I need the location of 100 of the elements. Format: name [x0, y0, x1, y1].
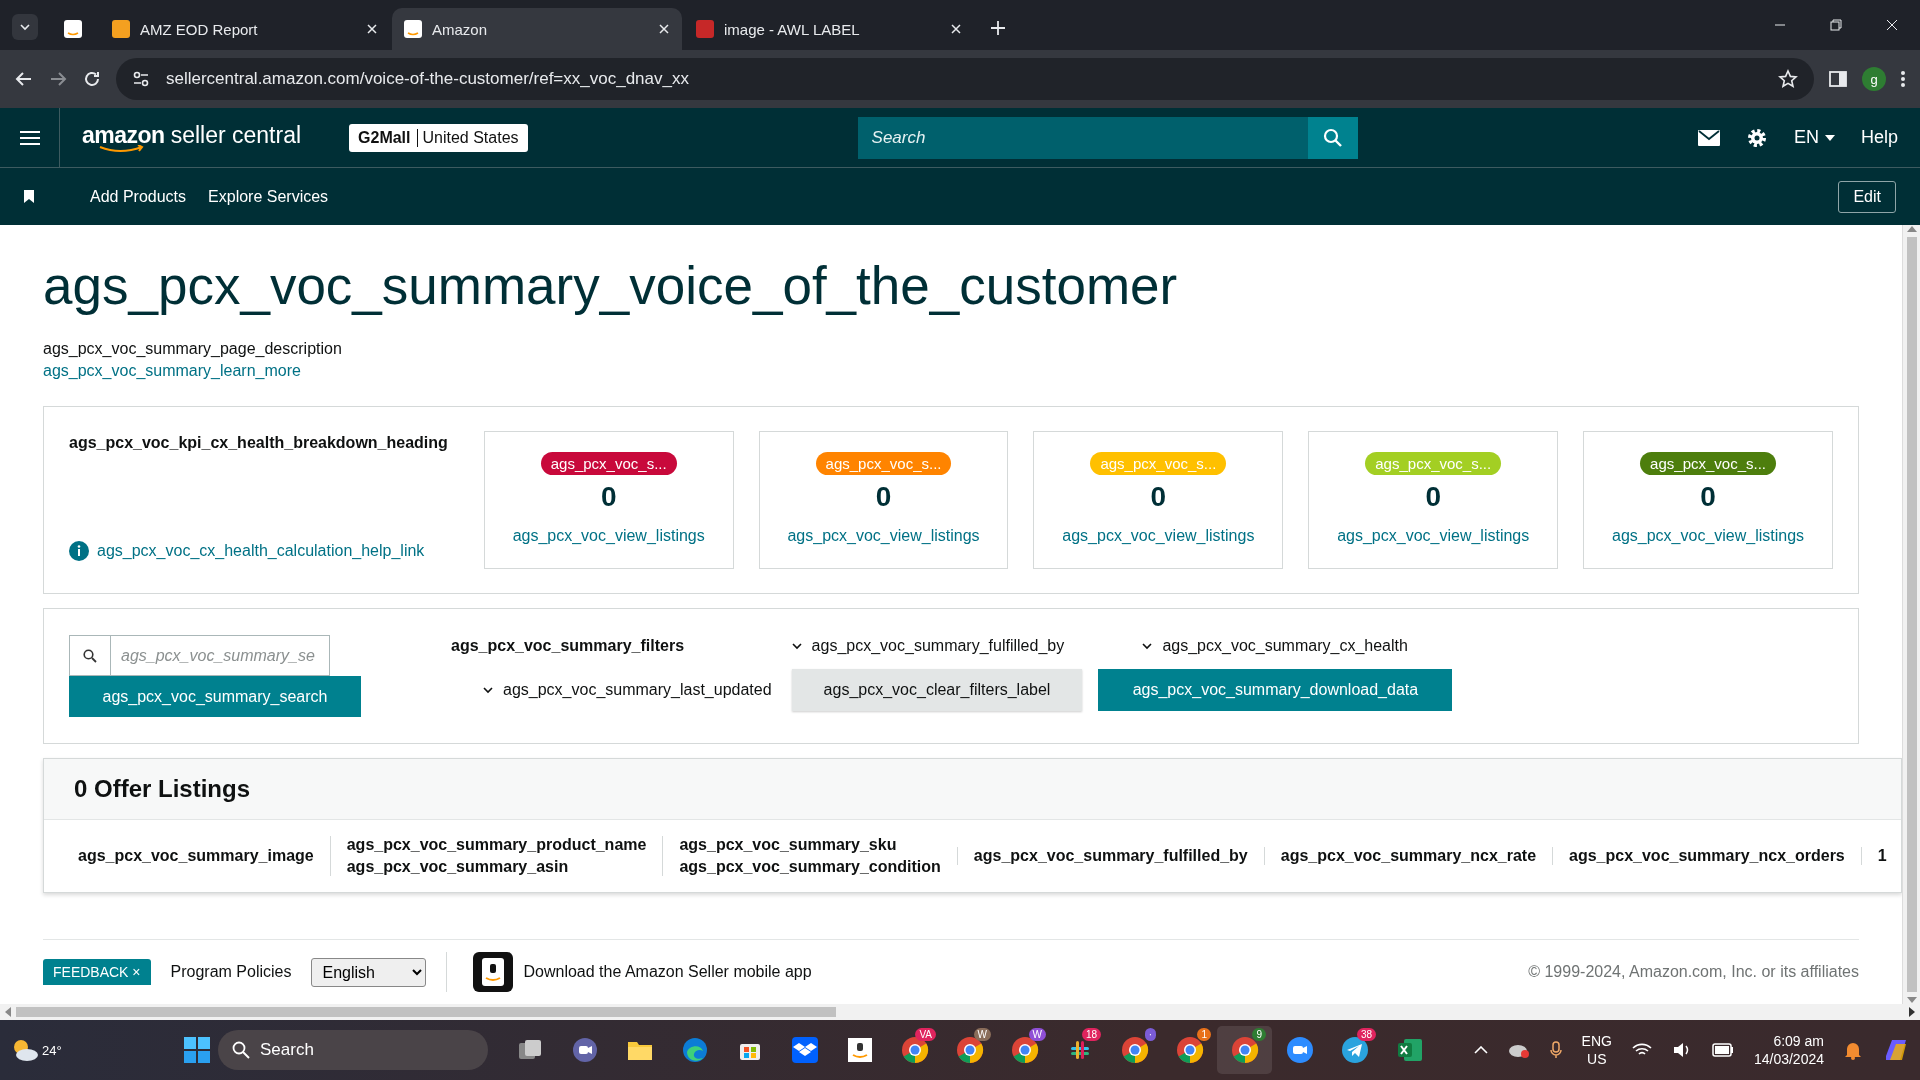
chrome-icon[interactable] [1230, 1036, 1259, 1064]
filter-dropdown[interactable]: ags_pcx_voc_summary_cx_health [1142, 637, 1408, 655]
menu-icon[interactable] [19, 129, 40, 146]
notification-badge: 18 [1081, 1028, 1101, 1041]
footer-link[interactable]: Program Policies [170, 963, 292, 981]
spreadsheet-icon[interactable] [1395, 1036, 1424, 1064]
mail-icon[interactable] [1697, 129, 1720, 146]
help-link[interactable]: Help [1860, 127, 1898, 148]
close-icon[interactable] [658, 23, 670, 35]
listings-title: 0 Offer Listings [44, 759, 1901, 820]
search-field[interactable]: Search [857, 116, 1308, 159]
search-button[interactable]: ags_pcx_voc_summary_search [69, 676, 361, 717]
reload-icon[interactable] [82, 69, 102, 89]
store-selector[interactable]: G2Mall United States [349, 123, 528, 152]
search-button[interactable] [1307, 116, 1358, 159]
kpi-count: 0 [1700, 481, 1716, 513]
column-header[interactable]: ags_pcx_voc_summary_asin [346, 858, 647, 876]
column-header[interactable]: ags_pcx_voc_summary_image [78, 847, 314, 865]
microphone-icon[interactable] [1549, 1041, 1562, 1059]
learn-more-link[interactable]: ags_pcx_voc_summary_learn_more [43, 362, 1902, 380]
tab-title: AMZ EOD Report [140, 20, 259, 38]
clock-date[interactable]: 14/03/2024 [1753, 1051, 1824, 1067]
tab-search-button[interactable] [12, 14, 38, 40]
notification-badge: W [1028, 1028, 1046, 1041]
filter-dropdown[interactable]: ags_pcx_voc_summary_fulfilled_by [791, 637, 1065, 655]
column-header[interactable]: ags_pcx_voc_summary_fulfilled_by [973, 847, 1248, 865]
video-chat-icon[interactable] [570, 1036, 599, 1064]
column-header[interactable]: ags_pcx_voc_summary_product_name [346, 836, 647, 854]
profile-avatar[interactable]: g [1862, 67, 1886, 91]
view-listings-link[interactable]: ags_pcx_voc_view_listings [512, 527, 705, 545]
column-header[interactable]: ags_pcx_voc_summary_ncx_orders [1569, 847, 1845, 865]
video-camera-icon[interactable] [1285, 1036, 1314, 1064]
bookmark-icon[interactable] [24, 190, 34, 203]
view-listings-link[interactable]: ags_pcx_voc_view_listings [787, 527, 980, 545]
search-field[interactable]: ags_pcx_voc_summary_se [111, 635, 330, 676]
chevron-up-icon[interactable] [1473, 1046, 1488, 1054]
box-icon[interactable] [790, 1036, 819, 1064]
restore-icon[interactable] [1830, 19, 1842, 31]
side-panel-icon[interactable] [1828, 69, 1848, 89]
chevron-icon [20, 23, 30, 31]
help-link[interactable]: ags_pcx_voc_cx_health_calculation_help_link [97, 542, 425, 560]
close-icon[interactable] [366, 23, 378, 35]
settings-icon[interactable] [1745, 126, 1768, 149]
search-icon [83, 648, 97, 663]
bell-icon[interactable] [1844, 1040, 1862, 1060]
nav-link[interactable]: Explore Services [208, 187, 329, 206]
app-download-link[interactable]: Download the Amazon Seller mobile app [523, 963, 812, 981]
view-listings-link[interactable]: ags_pcx_voc_view_listings [1062, 527, 1255, 545]
feedback-button[interactable]: FEEDBACK × [43, 959, 151, 985]
chrome-icon[interactable] [1175, 1036, 1204, 1064]
column-header[interactable]: ags_pcx_voc_summary_ncx_rate [1280, 847, 1537, 865]
clear-filters-button[interactable]: ags_pcx_voc_clear_filters_label [791, 669, 1083, 711]
browser-tab[interactable]: AMZ EOD Report [100, 8, 390, 50]
chrome-icon[interactable] [1120, 1036, 1149, 1064]
column-header[interactable]: ags_pcx_voc_summary_sku [679, 836, 941, 854]
filter-dropdown[interactable]: ags_pcx_voc_summary_last_updated [483, 681, 772, 699]
seller-app-icon [473, 952, 514, 992]
chrome-icon[interactable] [955, 1036, 984, 1064]
clock-time[interactable]: 6:09 am [1773, 1033, 1824, 1049]
input-language[interactable]: ENG [1581, 1033, 1612, 1049]
close-icon[interactable] [1886, 19, 1898, 31]
language-select[interactable]: English [311, 957, 427, 987]
caret-icon [791, 642, 802, 650]
kpi-count: 0 [875, 481, 892, 513]
windows-start-icon[interactable] [184, 1037, 210, 1063]
view-listings-link[interactable]: ags_pcx_voc_view_listings [1612, 527, 1805, 545]
star-icon[interactable] [1778, 69, 1798, 89]
browser-tab[interactable]: Amazon [392, 8, 682, 50]
view-listings-link[interactable]: ags_pcx_voc_view_listings [1337, 527, 1530, 545]
browser-tab[interactable]: image - AWL LABEL [684, 8, 974, 50]
caret-icon [1142, 642, 1153, 650]
taskbar-search[interactable]: Search [218, 1030, 488, 1070]
column-header[interactable]: ags_pcx_voc_summary_condition [679, 858, 941, 876]
favicon-icon [112, 20, 130, 38]
download-button[interactable]: ags_pcx_voc_summary_download_data [1098, 669, 1453, 711]
address-bar[interactable]: sellercentral.amazon.com/voice-of-the-customer/ref=xx_voc_dnav_xx [116, 58, 1814, 100]
more-icon[interactable] [1900, 69, 1906, 89]
scroll-left-icon[interactable] [4, 1007, 12, 1017]
battery-icon[interactable] [1711, 1043, 1734, 1057]
notification-badge: W [973, 1028, 991, 1041]
chrome-icon[interactable] [1010, 1036, 1039, 1064]
copyright-text: © 1999-2024, Amazon.com, Inc. or its affiliates [1528, 963, 1859, 981]
site-settings-icon[interactable] [132, 70, 150, 88]
edit-button[interactable]: Edit [1838, 180, 1896, 213]
smile-arrow-icon [98, 145, 146, 153]
cloud-error-icon[interactable] [1507, 1042, 1530, 1058]
chrome-icon[interactable] [900, 1036, 929, 1064]
close-icon[interactable] [950, 23, 962, 35]
language-menu[interactable]: EN [1793, 127, 1835, 148]
column-header[interactable]: 1 [1877, 847, 1887, 865]
favicon-icon [64, 20, 82, 38]
favicon-icon [404, 20, 422, 38]
nav-link[interactable]: Add Products [90, 187, 187, 206]
new-tab-icon[interactable] [990, 20, 1006, 36]
store-logo-icon[interactable] [845, 1036, 874, 1064]
browser-wave-icon[interactable] [680, 1036, 709, 1064]
scroll-right-icon[interactable] [1908, 1007, 1916, 1017]
input-region[interactable]: US [1587, 1051, 1607, 1067]
caret-icon [483, 686, 493, 694]
paper-plane-icon[interactable] [1340, 1036, 1369, 1064]
